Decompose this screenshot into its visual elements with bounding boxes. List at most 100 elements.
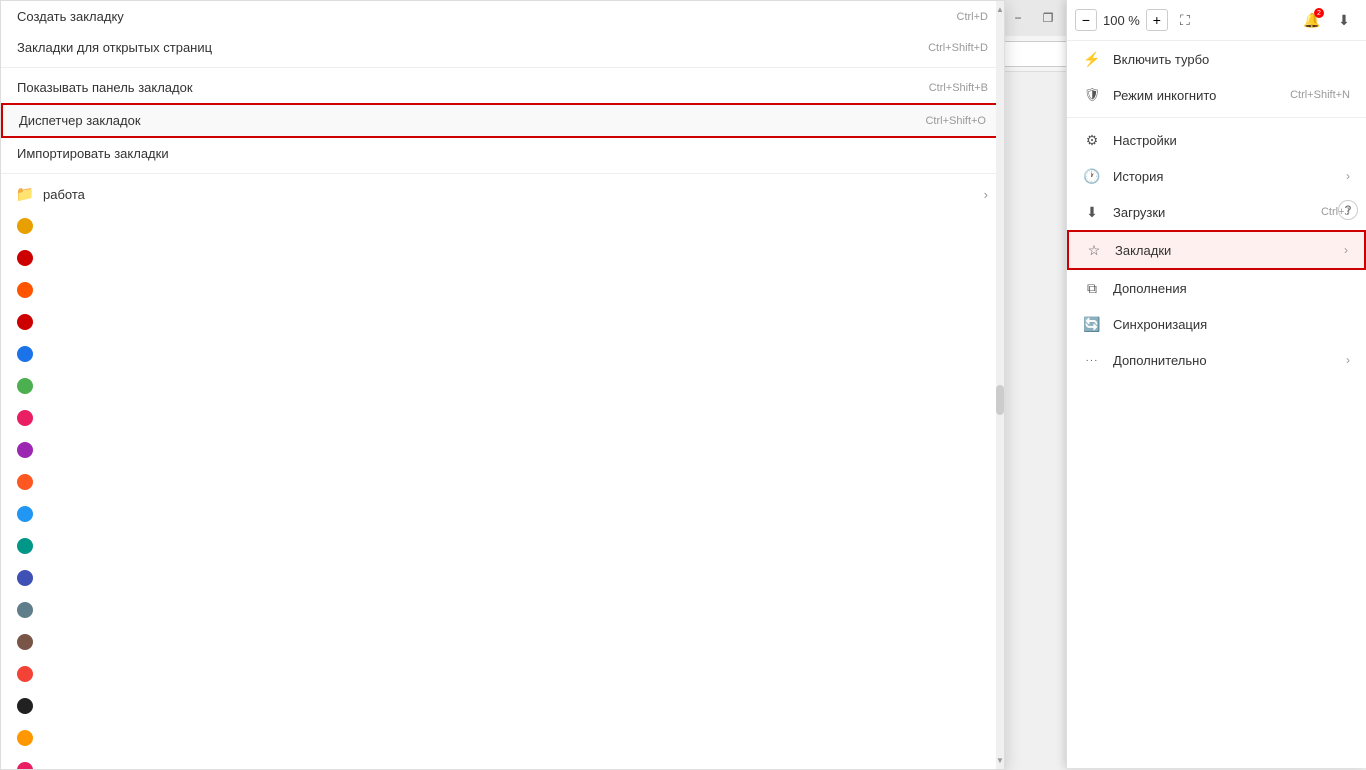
history-icon: 🕐	[1083, 167, 1101, 185]
main-menu-divider-1	[1067, 117, 1366, 118]
downloads-icon: ⬇	[1083, 203, 1101, 221]
folder-rabota-item[interactable]: 📁 работа ›	[1, 178, 1004, 210]
help-button[interactable]: ?	[1338, 200, 1358, 220]
bm-favicon-13	[17, 602, 33, 618]
import-bookmarks-label: Импортировать закладки	[17, 146, 169, 161]
bm-favicon-1	[17, 218, 33, 234]
bm-item-3[interactable]	[1, 274, 1004, 306]
bm-favicon-10	[17, 506, 33, 522]
bookmarks-icon: ☆	[1085, 241, 1103, 259]
zoom-level: 100 %	[1103, 13, 1140, 28]
create-bookmark-shortcut: Ctrl+D	[957, 11, 988, 23]
sync-icon: 🔄	[1083, 315, 1101, 333]
bm-item-2[interactable]	[1, 242, 1004, 274]
show-bookmarks-bar-item[interactable]: Показывать панель закладок Ctrl+Shift+B	[1, 72, 1004, 103]
create-bookmark-label: Создать закладку	[17, 9, 124, 24]
folder-rabota-arrow: ›	[984, 187, 988, 202]
bm-favicon-17	[17, 730, 33, 746]
download-indicator[interactable]: ⬇	[1330, 6, 1358, 34]
bm-scroll-down[interactable]: ▼	[996, 756, 1004, 765]
sync-menu-item[interactable]: 🔄 Синхронизация	[1067, 306, 1366, 342]
bookmarks-scroll: Создать закладку Ctrl+D Закладки для отк…	[1, 1, 1004, 769]
bm-favicon-16	[17, 698, 33, 714]
settings-label: Настройки	[1113, 133, 1177, 148]
settings-menu-item[interactable]: ⚙ Настройки	[1067, 122, 1366, 158]
bm-item-7[interactable]	[1, 402, 1004, 434]
bookmark-manager-shortcut: Ctrl+Shift+O	[925, 115, 986, 127]
bm-item-12[interactable]	[1, 562, 1004, 594]
bm-favicon-12	[17, 570, 33, 586]
restore-button[interactable]: ❐	[1034, 4, 1062, 32]
bm-favicon-15	[17, 666, 33, 682]
bookmarks-menu-item[interactable]: ☆ Закладки ›	[1067, 230, 1366, 270]
more-label: Дополнительно	[1113, 353, 1207, 368]
bm-item-18[interactable]	[1, 754, 1004, 769]
minimize-button[interactable]: −	[1004, 4, 1032, 32]
bm-favicon-7	[17, 410, 33, 426]
downloads-menu-item[interactable]: ⬇ Загрузки Ctrl+J	[1067, 194, 1366, 230]
bm-item-14[interactable]	[1, 626, 1004, 658]
bookmarks-arrow: ›	[1344, 243, 1348, 257]
main-menu-top: − 100 % + ⛶ 🔔 2 ⬇	[1067, 0, 1366, 41]
show-bookmarks-bar-shortcut: Ctrl+Shift+B	[929, 82, 988, 94]
bm-favicon-2	[17, 250, 33, 266]
sync-label: Синхронизация	[1113, 317, 1207, 332]
bm-item-6[interactable]	[1, 370, 1004, 402]
turbo-icon: ⚡	[1083, 50, 1101, 68]
fullscreen-button[interactable]: ⛶	[1174, 9, 1196, 31]
bm-favicon-9	[17, 474, 33, 490]
top-action-icons: 🔔 2 ⬇	[1298, 6, 1358, 34]
turbo-label: Включить турбо	[1113, 52, 1209, 67]
bm-item-11[interactable]	[1, 530, 1004, 562]
bm-favicon-8	[17, 442, 33, 458]
history-menu-item[interactable]: 🕐 История ›	[1067, 158, 1366, 194]
folder-rabota-icon: 📁	[17, 186, 33, 202]
bm-favicon-3	[17, 282, 33, 298]
import-bookmarks-item[interactable]: Импортировать закладки	[1, 138, 1004, 169]
bm-item-10[interactable]	[1, 498, 1004, 530]
bm-favicon-11	[17, 538, 33, 554]
show-bookmarks-bar-label: Показывать панель закладок	[17, 80, 193, 95]
more-arrow: ›	[1346, 353, 1350, 367]
create-bookmark-item[interactable]: Создать закладку Ctrl+D	[1, 1, 1004, 32]
bm-item-4[interactable]	[1, 306, 1004, 338]
main-menu: − 100 % + ⛶ 🔔 2 ⬇ ⚡ Включить турбо 🛡 Реж…	[1066, 0, 1366, 768]
incognito-label: Режим инкогнито	[1113, 88, 1216, 103]
bm-scroll-up[interactable]: ▲	[996, 5, 1004, 14]
bm-favicon-4	[17, 314, 33, 330]
bookmark-manager-item[interactable]: Диспетчер закладок Ctrl+Shift+O	[1, 103, 1004, 138]
settings-icon: ⚙	[1083, 131, 1101, 149]
incognito-shortcut: Ctrl+Shift+N	[1290, 89, 1350, 101]
incognito-icon: 🛡	[1083, 86, 1101, 104]
bm-item-17[interactable]	[1, 722, 1004, 754]
bm-item-9[interactable]	[1, 466, 1004, 498]
bm-item-8[interactable]	[1, 434, 1004, 466]
bookmarks-label: Закладки	[1115, 243, 1171, 258]
bm-divider-2	[1, 173, 1004, 174]
bm-divider-1	[1, 67, 1004, 68]
bm-item-1[interactable]	[1, 210, 1004, 242]
history-arrow: ›	[1346, 169, 1350, 183]
more-icon: ···	[1083, 351, 1101, 369]
folder-rabota-label: работа	[43, 187, 85, 202]
bm-item-16[interactable]	[1, 690, 1004, 722]
notification-badge: 2	[1314, 8, 1324, 18]
bm-favicon-5	[17, 346, 33, 362]
incognito-menu-item[interactable]: 🛡 Режим инкогнито Ctrl+Shift+N	[1067, 77, 1366, 113]
more-menu-item[interactable]: ··· Дополнительно ›	[1067, 342, 1366, 378]
zoom-out-button[interactable]: −	[1075, 9, 1097, 31]
bm-favicon-6	[17, 378, 33, 394]
notification-button[interactable]: 🔔 2	[1298, 6, 1326, 34]
zoom-in-button[interactable]: +	[1146, 9, 1168, 31]
bm-item-15[interactable]	[1, 658, 1004, 690]
bm-item-13[interactable]	[1, 594, 1004, 626]
bookmark-open-tabs-item[interactable]: Закладки для открытых страниц Ctrl+Shift…	[1, 32, 1004, 63]
extensions-menu-item[interactable]: ⧉ Дополнения	[1067, 270, 1366, 306]
bm-scrollbar[interactable]: ▲ ▼	[996, 1, 1004, 769]
bm-item-5[interactable]	[1, 338, 1004, 370]
bm-scrollbar-thumb	[996, 385, 1004, 415]
turbo-menu-item[interactable]: ⚡ Включить турбо	[1067, 41, 1366, 77]
history-label: История	[1113, 169, 1163, 184]
bookmarks-dropdown: Создать закладку Ctrl+D Закладки для отк…	[0, 0, 1005, 770]
bookmark-open-tabs-label: Закладки для открытых страниц	[17, 40, 212, 55]
